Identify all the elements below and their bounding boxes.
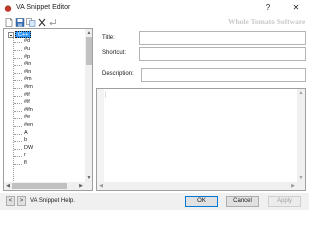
tree-item[interactable]: #d <box>14 38 74 46</box>
tree-item[interactable]: b <box>14 137 74 145</box>
apply-button[interactable]: Apply <box>268 196 301 207</box>
tree-item[interactable]: r <box>14 152 74 160</box>
scroll-thumb[interactable] <box>86 37 92 65</box>
tree-root-label[interactable]: C++ <box>15 31 32 38</box>
cancel-button[interactable]: Cancel <box>226 196 259 207</box>
help-button[interactable]: ? <box>262 3 274 13</box>
title-field[interactable] <box>139 31 306 45</box>
scroll-down-icon[interactable]: ▼ <box>297 174 305 182</box>
scroll-thumb[interactable] <box>12 183 67 189</box>
text-cursor <box>105 91 106 98</box>
tree-horizontal-scrollbar[interactable]: ◀ ▶ <box>4 182 85 190</box>
tree-item[interactable]: #e <box>14 114 74 122</box>
tree-item[interactable]: #p <box>14 54 74 62</box>
tree-item[interactable]: #in <box>14 69 74 77</box>
editor-gutter <box>97 89 104 182</box>
company-watermark: Whole Tomato Software <box>228 17 306 26</box>
tree-item[interactable]: fl <box>14 160 74 168</box>
tree-item[interactable]: #m <box>14 76 74 84</box>
description-label: Description: <box>102 71 134 77</box>
scrollbar-corner <box>85 182 92 190</box>
copy-snippet-icon[interactable] <box>26 18 36 27</box>
collapse-icon[interactable] <box>8 32 14 38</box>
window-title: VA Snippet Editor <box>16 4 71 11</box>
tree-item[interactable]: #if <box>14 99 74 107</box>
scroll-up-icon[interactable]: ▲ <box>297 89 305 97</box>
tree-item[interactable]: #u <box>14 46 74 54</box>
title-label: Title: <box>102 35 115 41</box>
title-bar: VA Snippet Editor ? ✕ <box>0 0 309 16</box>
ok-button[interactable]: OK <box>185 196 218 207</box>
scroll-left-icon[interactable]: ◀ <box>97 182 105 190</box>
tree-item[interactable]: #en <box>14 122 74 130</box>
editor-vertical-scrollbar[interactable]: ▲ ▼ <box>297 89 305 182</box>
new-snippet-icon[interactable] <box>4 18 14 27</box>
scroll-left-icon[interactable]: ◀ <box>4 182 12 190</box>
insert-reserved-icon[interactable] <box>48 18 58 27</box>
scroll-right-icon[interactable]: ▶ <box>77 182 85 190</box>
editor-horizontal-scrollbar[interactable]: ◀ ▶ <box>97 182 297 190</box>
tree-item[interactable]: #if <box>14 92 74 100</box>
previous-button[interactable]: < <box>6 196 15 206</box>
tree-node-root[interactable]: C++ <box>4 30 44 38</box>
dialog-footer: < > VA Snippet Help. OK Cancel Apply <box>0 193 309 210</box>
snippet-code-editor[interactable]: ▲ ▼ ◀ ▶ <box>96 88 306 191</box>
snippet-help-link[interactable]: VA Snippet Help. <box>30 198 75 204</box>
tomato-app-icon <box>4 5 12 12</box>
next-button[interactable]: > <box>17 196 26 206</box>
scroll-down-icon[interactable]: ▼ <box>85 174 92 182</box>
tree-item[interactable]: #im <box>14 84 74 92</box>
scroll-right-icon[interactable]: ▶ <box>289 182 297 190</box>
shortcut-label: Shortcut: <box>102 50 127 56</box>
tree-item[interactable]: DW <box>14 145 74 153</box>
scroll-up-icon[interactable]: ▲ <box>85 29 92 37</box>
close-button[interactable]: ✕ <box>290 3 302 13</box>
tree-item[interactable]: #in <box>14 61 74 69</box>
tree-vertical-scrollbar[interactable]: ▲ ▼ <box>85 29 92 182</box>
scrollbar-corner <box>297 182 305 190</box>
delete-icon[interactable] <box>37 18 47 27</box>
save-icon[interactable] <box>15 18 25 27</box>
shortcut-field[interactable] <box>139 47 306 61</box>
tree-item[interactable]: A <box>14 130 74 138</box>
snippet-tree[interactable]: C++ #d #u #p #in #in #m #im #if #if #ifn… <box>3 28 93 191</box>
tree-item[interactable]: #ifn <box>14 107 74 115</box>
description-field[interactable] <box>141 68 306 82</box>
